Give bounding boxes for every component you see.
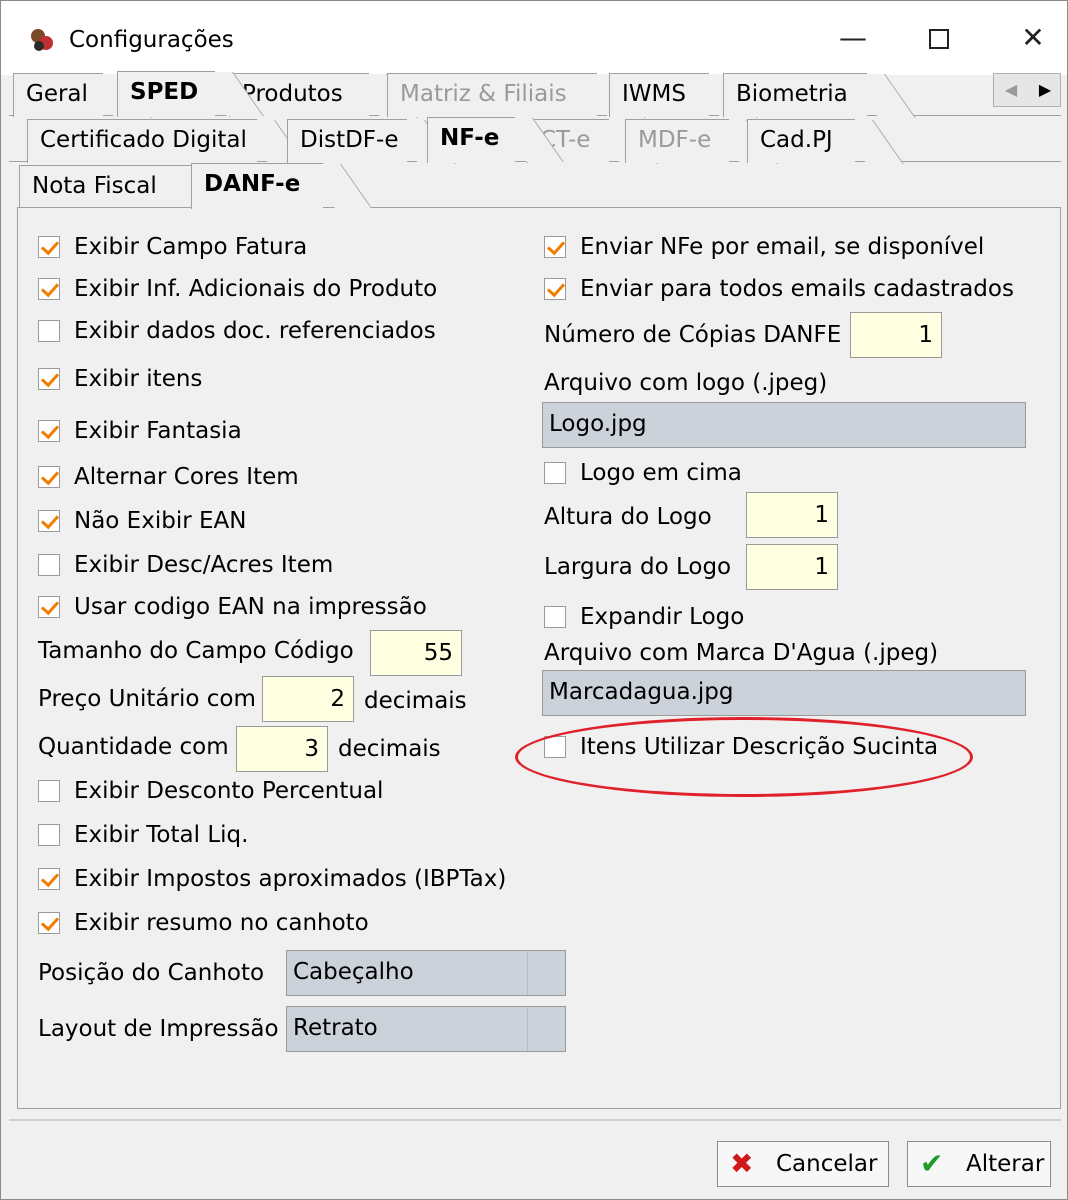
arquivo-marca-label: Arquivo com Marca D'Agua (.jpeg) bbox=[544, 640, 939, 666]
checkbox-icon bbox=[38, 780, 60, 802]
tab-certificado-digital[interactable]: Certificado Digital bbox=[27, 119, 257, 163]
largura-logo-label: Largura do Logo bbox=[544, 554, 732, 580]
highlight-ellipse bbox=[515, 717, 973, 797]
tab-biometria[interactable]: Biometria bbox=[723, 73, 867, 117]
tamanho-campo-codigo-input[interactable]: 55 bbox=[370, 630, 462, 676]
arquivo-logo-label: Arquivo com logo (.jpeg) bbox=[544, 370, 828, 396]
close-icon: ✕ bbox=[1021, 21, 1045, 54]
layout-impressao-select[interactable]: Retrato bbox=[286, 1006, 566, 1052]
checkbox-icon bbox=[38, 466, 60, 488]
maximize-button[interactable] bbox=[911, 17, 967, 59]
numero-copias-label: Número de Cópias DANFE bbox=[544, 322, 842, 348]
checkbox-icon bbox=[38, 320, 60, 342]
close-icon: ✖ bbox=[730, 1147, 754, 1180]
scroll-right-icon[interactable]: ▶ bbox=[1028, 74, 1062, 106]
tab-matriz-filiais[interactable]: Matriz & Filiais bbox=[387, 73, 597, 117]
tab-cadpj[interactable]: Cad.PJ bbox=[747, 119, 855, 163]
tab-geral[interactable]: Geral bbox=[13, 73, 103, 117]
alterar-button[interactable]: ✔ Alterar bbox=[907, 1141, 1051, 1187]
checkbox-icon bbox=[38, 912, 60, 934]
preco-unitario-label: Preço Unitário com bbox=[38, 686, 256, 712]
checkbox-icon bbox=[38, 868, 60, 890]
tab-scroll-control: ◀ ▶ bbox=[993, 73, 1061, 107]
checkbox-icon bbox=[38, 278, 60, 300]
app-icon bbox=[31, 29, 53, 51]
tamanho-campo-codigo-label: Tamanho do Campo Código bbox=[38, 638, 354, 664]
tab-sped[interactable]: SPED bbox=[117, 71, 215, 117]
posicao-canhoto-label: Posição do Canhoto bbox=[38, 960, 265, 986]
preco-unitario-input[interactable]: 2 bbox=[262, 676, 354, 722]
quantidade-input[interactable]: 3 bbox=[236, 726, 328, 772]
quantidade-suffix: decimais bbox=[338, 736, 441, 762]
checkbox-icon bbox=[38, 510, 60, 532]
window-title: Configurações bbox=[69, 27, 234, 53]
danfe-panel: Exibir Campo Fatura Exibir Inf. Adiciona… bbox=[17, 207, 1061, 1109]
checkbox-icon bbox=[38, 236, 60, 258]
close-button[interactable]: ✕ bbox=[1005, 17, 1061, 59]
checkbox-icon bbox=[38, 596, 60, 618]
checkbox-icon bbox=[38, 420, 60, 442]
tab-danfe[interactable]: DANF-e bbox=[191, 163, 323, 209]
tab-distdfe[interactable]: DistDF-e bbox=[287, 119, 407, 163]
checkbox-icon bbox=[544, 278, 566, 300]
scroll-left-icon[interactable]: ◀ bbox=[994, 74, 1028, 106]
tab-iwms[interactable]: IWMS bbox=[609, 73, 709, 117]
cancelar-button[interactable]: ✖ Cancelar bbox=[717, 1141, 889, 1187]
dropdown-button[interactable] bbox=[527, 1007, 565, 1051]
tab-nfe[interactable]: NF-e bbox=[427, 117, 515, 163]
maximize-icon bbox=[929, 29, 949, 49]
tab-nota-fiscal[interactable]: Nota Fiscal bbox=[19, 165, 191, 209]
minimize-icon: — bbox=[839, 21, 867, 54]
divider bbox=[9, 1119, 1061, 1121]
title-bar: Configurações — ✕ bbox=[1, 1, 1067, 75]
checkbox-icon bbox=[38, 554, 60, 576]
checkbox-icon bbox=[38, 824, 60, 846]
preco-unitario-suffix: decimais bbox=[364, 688, 467, 714]
layout-impressao-label: Layout de Impressão bbox=[38, 1016, 279, 1042]
checkbox-icon bbox=[544, 236, 566, 258]
altura-logo-input[interactable]: 1 bbox=[746, 492, 838, 538]
largura-logo-input[interactable]: 1 bbox=[746, 544, 838, 590]
checkbox-icon bbox=[544, 462, 566, 484]
checkbox-icon bbox=[38, 368, 60, 390]
arquivo-logo-input[interactable]: Logo.jpg bbox=[542, 402, 1026, 448]
minimize-button[interactable]: — bbox=[825, 17, 881, 59]
quantidade-label: Quantidade com bbox=[38, 734, 229, 760]
dropdown-button[interactable] bbox=[527, 951, 565, 995]
altura-logo-label: Altura do Logo bbox=[544, 504, 712, 530]
checkbox-icon bbox=[544, 606, 566, 628]
posicao-canhoto-select[interactable]: Cabeçalho bbox=[286, 950, 566, 996]
settings-window: Configurações — ✕ Geral SPED Produtos Ma… bbox=[0, 0, 1068, 1200]
arquivo-marca-input[interactable]: Marcadagua.jpg bbox=[542, 670, 1026, 716]
tab-mdfe[interactable]: MDF-e bbox=[625, 119, 729, 163]
numero-copias-input[interactable]: 1 bbox=[850, 312, 942, 358]
check-icon: ✔ bbox=[920, 1147, 944, 1180]
